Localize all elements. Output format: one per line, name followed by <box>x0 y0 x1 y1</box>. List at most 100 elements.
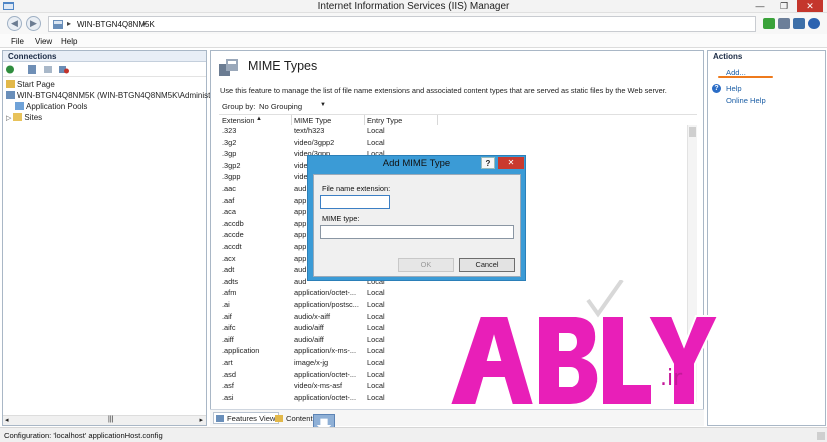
cell-extension: .aif <box>222 311 232 321</box>
cell-mime-type: application/octet-... <box>294 392 357 402</box>
features-view-icon <box>216 415 224 422</box>
column-divider[interactable] <box>437 115 438 125</box>
close-button[interactable]: ✕ <box>797 0 823 12</box>
cell-entry-type: Local <box>367 334 385 344</box>
cell-mime-type: app <box>294 195 307 205</box>
cell-entry-type: Local <box>367 381 385 391</box>
cell-mime-type: application/octet-... <box>294 288 357 298</box>
up-icon[interactable] <box>43 65 53 74</box>
tree-item-label: Start Page <box>17 80 55 89</box>
folder-icon <box>13 113 23 121</box>
connect-icon[interactable] <box>6 65 16 74</box>
ok-button[interactable]: OK <box>398 258 454 272</box>
tree-item-label: WIN-BTGN4Q8NM5K (WIN-BTGN4Q8NM5K\Adminis… <box>17 91 230 100</box>
help-icon: ? <box>712 84 721 93</box>
highlight-underline <box>718 76 773 78</box>
cell-extension: .adt <box>222 265 235 275</box>
save-icon[interactable] <box>27 65 37 74</box>
group-by-select[interactable]: No Grouping <box>259 102 302 111</box>
help-link[interactable]: Help <box>726 84 742 93</box>
sort-ascending-icon: ▲ <box>256 116 262 122</box>
menu-view[interactable]: View <box>35 37 52 46</box>
cell-extension: .accde <box>222 230 244 240</box>
title-bar: Internet Information Services (IIS) Mana… <box>0 0 827 13</box>
column-header-mime-type[interactable]: MIME Type <box>294 116 331 125</box>
cell-mime-type: aud <box>294 184 307 193</box>
table-row[interactable]: .3g2 video/3gpp2 Local <box>219 137 689 149</box>
menu-file[interactable]: File <box>11 37 24 46</box>
column-divider[interactable] <box>291 115 292 125</box>
menu-help[interactable]: Help <box>61 37 77 46</box>
dialog-body: File name extension: MIME type: OK Cance… <box>313 174 521 277</box>
minimize-button[interactable]: — <box>749 0 771 12</box>
tab-features-view[interactable]: Features View <box>213 412 280 424</box>
server-icon <box>53 20 63 29</box>
scroll-thumb[interactable] <box>689 127 696 137</box>
horizontal-scrollbar[interactable]: ◂ ||| ▸ <box>3 415 206 425</box>
home-icon[interactable] <box>793 18 805 29</box>
cell-extension: .acx <box>222 253 236 263</box>
tree-item-app-pools[interactable]: Application Pools <box>15 101 87 112</box>
cell-mime-type: vide <box>294 160 308 170</box>
expand-arrow-icon[interactable]: ▷ <box>6 115 11 122</box>
cell-extension: .accdb <box>222 218 244 228</box>
dialog-help-button[interactable]: ? <box>481 157 495 169</box>
breadcrumb-separator[interactable]: ▸ <box>67 19 71 28</box>
tree-item-server[interactable]: WIN-BTGN4Q8NM5K (WIN-BTGN4Q8NM5K\Adminis… <box>6 90 229 101</box>
menu-bar: File View Help <box>0 34 827 48</box>
cell-extension: .aaf <box>222 195 235 205</box>
cell-extension: .3gpp <box>222 172 241 182</box>
cell-extension: .323 <box>222 126 237 135</box>
cell-mime-type: application/octet-... <box>294 369 357 379</box>
cell-entry-type: Local <box>367 288 385 298</box>
actions-pane: Actions Add... ? Help Online Help <box>707 50 826 426</box>
view-tabs: Features View Content View <box>210 409 704 436</box>
cell-mime-type: aud <box>294 265 307 275</box>
online-help-link[interactable]: Online Help <box>726 96 766 105</box>
stop-icon[interactable] <box>778 18 790 29</box>
help-icon[interactable] <box>808 18 820 29</box>
scroll-left-arrow[interactable]: ◂ <box>5 416 9 424</box>
address-box[interactable]: ▸ WIN-BTGN4Q8NM5K ▸ <box>48 16 756 32</box>
column-divider[interactable] <box>364 115 365 125</box>
chevron-down-icon[interactable]: ▼ <box>320 102 326 108</box>
tree-item-label: Application Pools <box>26 102 88 111</box>
cell-mime-type: image/x-jg <box>294 358 329 367</box>
tree-item-sites[interactable]: ▷ Sites <box>6 112 42 123</box>
back-button[interactable]: ◀ <box>7 16 22 31</box>
column-header-extension[interactable]: Extension <box>222 116 254 125</box>
cancel-button[interactable]: Cancel <box>459 258 515 272</box>
connections-pane: Connections Start Page WIN-BTGN4Q8NM5K (… <box>2 50 229 426</box>
extension-input[interactable] <box>320 195 390 209</box>
scroll-right-arrow[interactable]: ▸ <box>199 416 203 424</box>
cell-extension: .3g2 <box>222 137 237 147</box>
refresh-icon[interactable] <box>763 18 775 29</box>
table-row[interactable]: .323 text/h323 Local <box>219 125 689 137</box>
breadcrumb-separator[interactable]: ▸ <box>143 19 147 28</box>
content-view-icon <box>275 415 283 422</box>
resize-grip-icon[interactable] <box>817 432 825 440</box>
cell-mime-type: text/h323 <box>294 126 325 135</box>
cell-entry-type: Local <box>367 358 385 367</box>
cell-extension: .adts <box>222 276 239 286</box>
cell-mime-type: app <box>294 253 307 263</box>
cell-entry-type: Local <box>367 392 385 402</box>
cell-extension: .art <box>222 358 233 367</box>
cell-mime-type: audio/x-aiff <box>294 311 331 321</box>
cell-mime-type: audio/aiff <box>294 334 324 344</box>
cell-entry-type: Local <box>367 311 385 321</box>
column-header-entry-type[interactable]: Entry Type <box>367 116 402 125</box>
tree-item-start-page[interactable]: Start Page <box>6 79 55 90</box>
address-bar: ◀ ▶ ▸ WIN-BTGN4Q8NM5K ▸ <box>0 13 827 34</box>
cell-mime-type: audio/aiff <box>294 323 324 333</box>
disconnect-icon[interactable] <box>59 65 69 74</box>
scroll-thumb[interactable]: ||| <box>108 416 113 423</box>
restore-button[interactable]: ❐ <box>773 0 795 12</box>
mime-type-input[interactable] <box>320 225 514 239</box>
dialog-close-button[interactable]: ✕ <box>498 157 524 169</box>
forward-button[interactable]: ▶ <box>26 16 41 31</box>
actions-header: Actions <box>708 51 825 62</box>
cell-entry-type: Local <box>367 323 385 333</box>
cell-mime-type: video/3gpp2 <box>294 137 335 147</box>
cell-entry-type: Local <box>367 137 385 147</box>
